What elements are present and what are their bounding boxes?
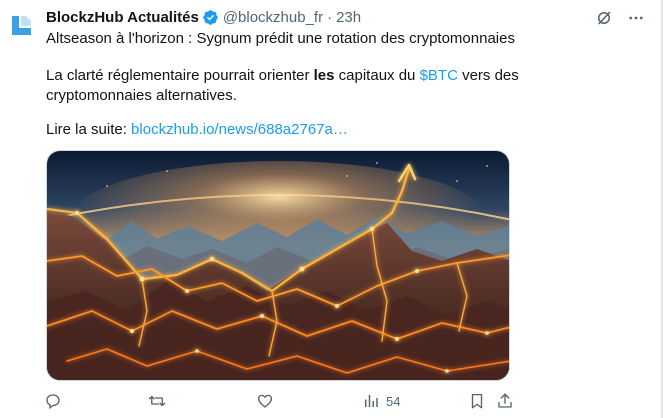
bookmark-button[interactable] xyxy=(468,392,486,410)
handle[interactable]: @blockzhub_fr xyxy=(223,9,323,26)
grok-icon[interactable] xyxy=(595,9,613,27)
views-button[interactable]: 54 xyxy=(362,392,400,410)
body-part-3: vers des xyxy=(457,67,519,84)
like-button[interactable] xyxy=(256,392,274,410)
separator-dot: · xyxy=(327,8,333,26)
repost-button[interactable] xyxy=(148,392,166,410)
bookmark-icon xyxy=(471,393,483,409)
tweet-title-line: Altseason à l'horizon : Sygnum prédit un… xyxy=(46,30,515,47)
like-icon xyxy=(257,394,273,408)
tweet-card[interactable]: BlockzHub Actualités @blockzhub_fr · 23h… xyxy=(0,0,663,418)
tweet-body-line-2: cryptomonnaies alternatives. xyxy=(46,87,237,104)
tweet-header: BlockzHub Actualités @blockzhub_fr · 23h xyxy=(46,7,361,27)
display-name[interactable]: BlockzHub Actualités xyxy=(46,9,199,26)
body-part-2: capitaux du xyxy=(334,67,420,84)
timestamp[interactable]: 23h xyxy=(336,9,361,26)
share-icon xyxy=(498,393,512,408)
body-part-1: La clarté réglementaire pourrait oriente… xyxy=(46,67,314,84)
read-more-link[interactable]: blockzhub.io/news/688a2767a… xyxy=(131,121,348,138)
verified-badge-icon[interactable] xyxy=(202,9,219,26)
reply-button[interactable] xyxy=(44,392,62,410)
read-more-line: Lire la suite: blockzhub.io/news/688a276… xyxy=(46,120,348,140)
cashtag-link[interactable]: $BTC xyxy=(420,67,458,84)
body-bold: les xyxy=(313,67,335,84)
views-icon xyxy=(365,395,378,407)
top-actions xyxy=(595,9,645,27)
read-more-label: Lire la suite: xyxy=(46,121,132,138)
tweet-actions: 54 xyxy=(44,392,514,414)
tweet-body-line-1: La clarté réglementaire pourrait oriente… xyxy=(46,66,519,86)
blockzhub-avatar[interactable] xyxy=(9,12,35,38)
share-button[interactable] xyxy=(496,392,514,410)
repost-icon xyxy=(148,395,166,407)
reply-icon xyxy=(46,394,60,410)
tweet-image[interactable] xyxy=(46,150,510,381)
glowing-mountains-image xyxy=(47,151,509,380)
more-options-icon[interactable] xyxy=(627,9,645,27)
views-count: 54 xyxy=(386,393,401,409)
